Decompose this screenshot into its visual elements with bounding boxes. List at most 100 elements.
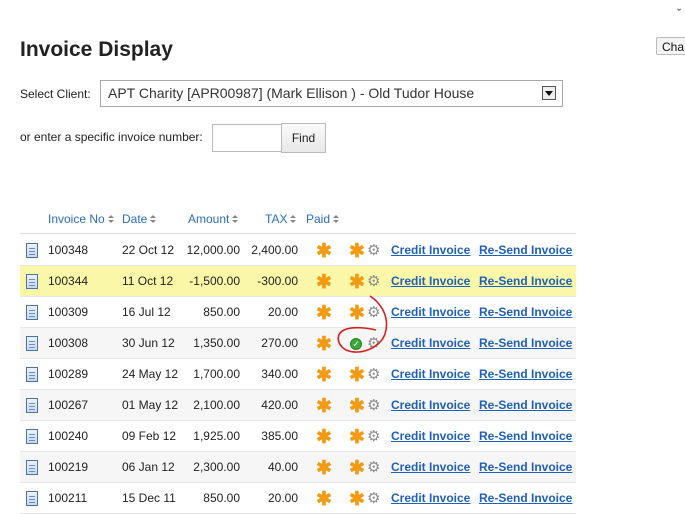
- gear-icon[interactable]: ⚙: [367, 367, 380, 382]
- col-tax[interactable]: TAX: [265, 212, 297, 226]
- credit-invoice-link[interactable]: Credit Invoice: [391, 367, 470, 381]
- credit-invoice-link[interactable]: Credit Invoice: [391, 491, 470, 505]
- table-row: 100267 01 May 12 2,100.00 420.00 ✱ ✱ ⚙ Credit I…: [20, 390, 576, 421]
- invoice-date: 06 Jan 12: [122, 460, 175, 474]
- resend-invoice-link[interactable]: Re-Send Invoice: [479, 398, 572, 412]
- asterisk-icon[interactable]: ✱: [316, 428, 332, 447]
- document-icon[interactable]: [26, 367, 38, 382]
- gear-icon[interactable]: ⚙: [367, 429, 380, 444]
- sort-icon: [150, 215, 157, 224]
- asterisk-icon[interactable]: ✱: [316, 459, 332, 478]
- invoice-tax: 385.00: [261, 429, 298, 443]
- invoice-tax: 270.00: [261, 336, 298, 350]
- asterisk-icon[interactable]: ✱: [349, 428, 365, 447]
- document-icon[interactable]: [26, 491, 38, 506]
- asterisk-icon[interactable]: ✱: [349, 366, 365, 385]
- asterisk-icon[interactable]: ✱: [316, 366, 332, 385]
- gear-icon[interactable]: ⚙: [367, 274, 380, 289]
- resend-invoice-link[interactable]: Re-Send Invoice: [479, 429, 572, 443]
- asterisk-icon[interactable]: ✱: [349, 459, 365, 478]
- gear-icon[interactable]: ⚙: [367, 336, 380, 351]
- invoice-amount: -1,500.00: [189, 274, 240, 288]
- invoice-no: 100240: [48, 429, 89, 443]
- invoice-date: 16 Jul 12: [122, 305, 171, 319]
- asterisk-icon[interactable]: ✱: [316, 490, 332, 509]
- invoice-number-label: or enter a specific invoice number:: [20, 130, 203, 144]
- document-icon[interactable]: [26, 429, 38, 444]
- asterisk-icon[interactable]: ✱: [316, 273, 332, 292]
- gear-icon[interactable]: ⚙: [367, 305, 380, 320]
- asterisk-icon[interactable]: ✱: [349, 490, 365, 509]
- document-icon[interactable]: [26, 460, 38, 475]
- credit-invoice-link[interactable]: Credit Invoice: [391, 305, 470, 319]
- asterisk-icon[interactable]: ✱: [349, 242, 365, 261]
- document-icon[interactable]: [26, 398, 38, 413]
- resend-invoice-link[interactable]: Re-Send Invoice: [479, 367, 572, 381]
- document-icon[interactable]: [26, 274, 38, 289]
- asterisk-icon[interactable]: ✱: [316, 242, 332, 261]
- gear-icon[interactable]: ⚙: [367, 243, 380, 258]
- invoice-number-input[interactable]: [212, 124, 282, 152]
- invoice-tax: 20.00: [267, 491, 298, 505]
- gear-icon[interactable]: ⚙: [367, 491, 380, 506]
- invoice-date: 11 Oct 12: [122, 274, 174, 288]
- check-circle-icon[interactable]: ✓: [350, 338, 362, 350]
- client-select[interactable]: APT Charity [APR00987] (Mark Ellison ) -…: [100, 80, 563, 107]
- invoice-no: 100344: [48, 274, 89, 288]
- document-icon[interactable]: [26, 243, 38, 258]
- client-select-value: APT Charity [APR00987] (Mark Ellison ) -…: [108, 85, 475, 101]
- invoice-amount: 850.00: [203, 305, 240, 319]
- asterisk-icon[interactable]: ✱: [316, 335, 332, 354]
- asterisk-icon[interactable]: ✱: [349, 397, 365, 416]
- invoice-no: 100289: [48, 367, 89, 381]
- resend-invoice-link[interactable]: Re-Send Invoice: [479, 336, 572, 350]
- col-date[interactable]: Date: [122, 212, 157, 226]
- resend-invoice-link[interactable]: Re-Send Invoice: [479, 305, 572, 319]
- cha-button[interactable]: Cha: [656, 37, 685, 55]
- invoice-date: 15 Dec 11: [122, 491, 176, 505]
- table-row: 100289 24 May 12 1,700.00 340.00 ✱ ✱ ⚙ Credit I…: [20, 359, 576, 390]
- table-row: 100219 06 Jan 12 2,300.00 40.00 ✱ ✱ ⚙ Credit In…: [20, 452, 576, 483]
- document-icon[interactable]: [26, 336, 38, 351]
- col-paid[interactable]: Paid: [306, 212, 340, 226]
- page-title: Invoice Display: [20, 38, 173, 61]
- table-row: 100308 30 Jun 12 1,350.00 270.00 ✱ ✓ ⚙ Credit I…: [20, 328, 576, 359]
- invoice-tax: 340.00: [261, 367, 298, 381]
- col-invoice-no[interactable]: Invoice No: [48, 212, 114, 226]
- invoice-tax: 420.00: [261, 398, 298, 412]
- asterisk-icon[interactable]: ✱: [349, 304, 365, 323]
- resend-invoice-link[interactable]: Re-Send Invoice: [479, 460, 572, 474]
- sort-icon: [290, 215, 297, 224]
- invoice-amount: 1,700.00: [193, 367, 240, 381]
- sort-icon: [232, 215, 239, 224]
- resend-invoice-link[interactable]: Re-Send Invoice: [479, 491, 572, 505]
- invoice-amount: 2,100.00: [193, 398, 240, 412]
- select-client-label: Select Client:: [20, 87, 91, 101]
- gear-icon[interactable]: ⚙: [367, 460, 380, 475]
- invoice-tax: -300.00: [257, 274, 298, 288]
- table-row: 100240 09 Feb 12 1,925.00 385.00 ✱ ✱ ⚙ Credit I…: [20, 421, 576, 452]
- table-row: 100344 11 Oct 12 -1,500.00 -300.00 ✱ ✱ ⚙ Credit…: [20, 266, 576, 297]
- asterisk-icon[interactable]: ✱: [316, 397, 332, 416]
- document-icon[interactable]: [26, 305, 38, 320]
- credit-invoice-link[interactable]: Credit Invoice: [391, 274, 470, 288]
- col-amount[interactable]: Amount: [188, 212, 239, 226]
- resend-invoice-link[interactable]: Re-Send Invoice: [479, 243, 572, 257]
- asterisk-icon[interactable]: ✱: [316, 304, 332, 323]
- invoice-amount: 1,350.00: [193, 336, 240, 350]
- credit-invoice-link[interactable]: Credit Invoice: [391, 460, 470, 474]
- invoice-amount: 12,000.00: [186, 243, 240, 257]
- invoice-date: 09 Feb 12: [122, 429, 177, 443]
- table-row: 100211 15 Dec 11 850.00 20.00 ✱ ✱ ⚙ Credit Invo…: [20, 483, 576, 514]
- credit-invoice-link[interactable]: Credit Invoice: [391, 398, 470, 412]
- credit-invoice-link[interactable]: Credit Invoice: [391, 429, 470, 443]
- table-row: 100309 16 Jul 12 850.00 20.00 ✱ ✱ ⚙ Credit Invo…: [20, 297, 576, 328]
- resend-invoice-link[interactable]: Re-Send Invoice: [479, 274, 572, 288]
- invoice-date: 30 Jun 12: [122, 336, 175, 350]
- credit-invoice-link[interactable]: Credit Invoice: [391, 243, 470, 257]
- asterisk-icon[interactable]: ✱: [349, 273, 365, 292]
- gear-icon[interactable]: ⚙: [367, 398, 380, 413]
- credit-invoice-link[interactable]: Credit Invoice: [391, 336, 470, 350]
- find-button[interactable]: Find: [281, 123, 326, 153]
- dropdown-arrow-icon[interactable]: [542, 86, 556, 100]
